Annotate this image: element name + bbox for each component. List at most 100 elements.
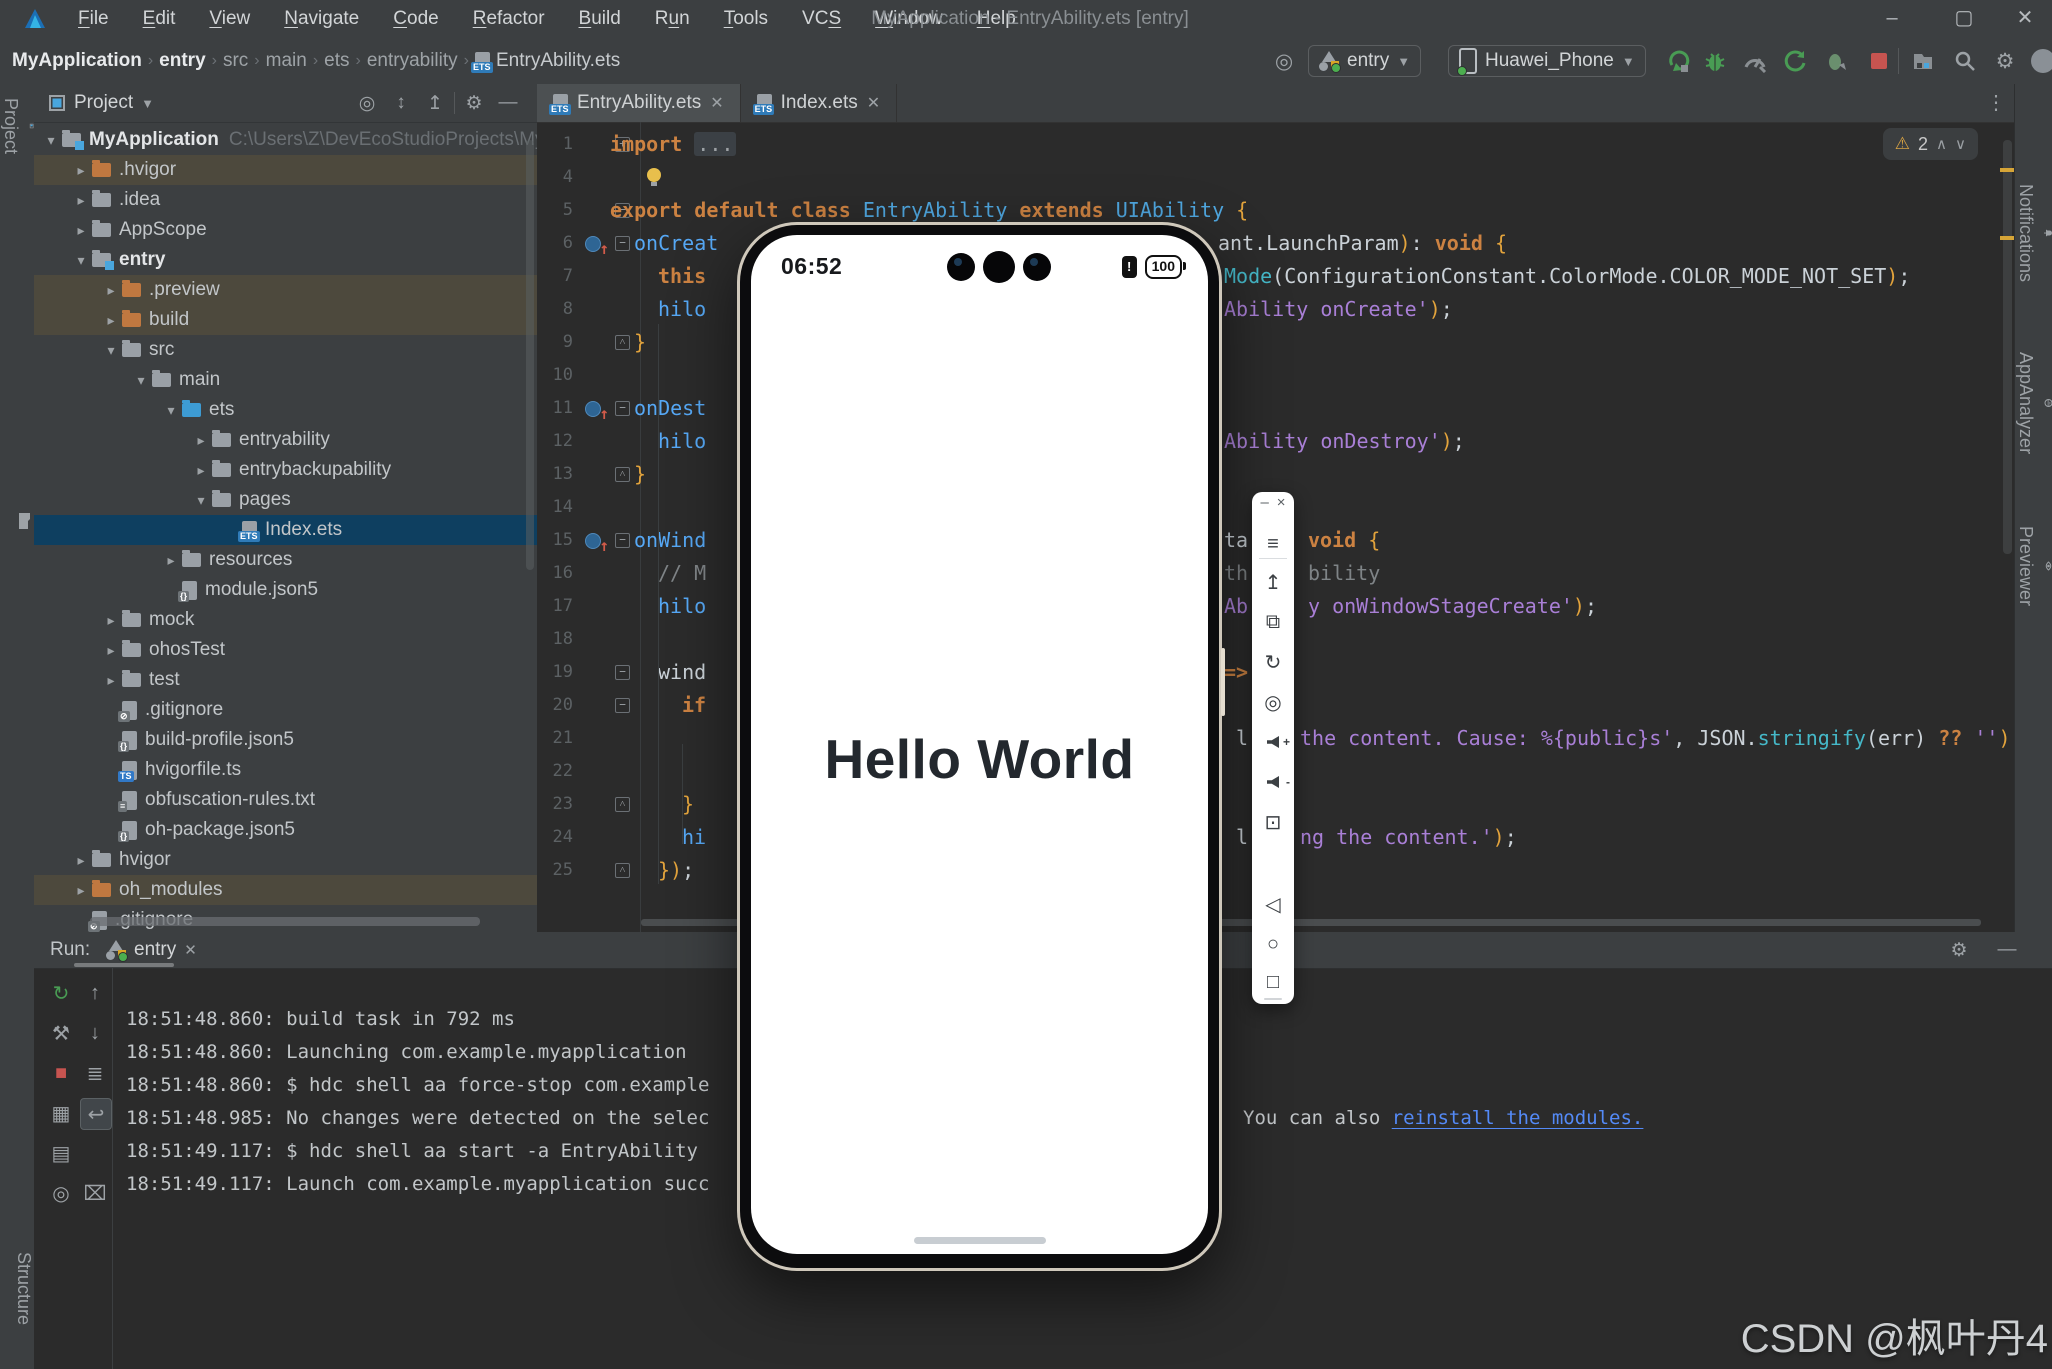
close-icon[interactable]: ✕ bbox=[710, 93, 723, 113]
home-indicator[interactable] bbox=[914, 1237, 1046, 1244]
close-icon[interactable]: ✕ bbox=[184, 941, 197, 959]
fold-close-icon[interactable]: ˄ bbox=[615, 797, 630, 812]
code-line-1[interactable]: 1+import ... bbox=[537, 128, 2014, 161]
locate-icon[interactable]: ◎ bbox=[352, 89, 382, 117]
chevron-down-icon[interactable]: ▾ bbox=[130, 372, 152, 389]
chevron-down-icon[interactable]: ▾ bbox=[100, 342, 122, 359]
menu-navigate[interactable]: Navigate bbox=[272, 4, 371, 34]
tree-row-resources[interactable]: ▸resources bbox=[34, 545, 537, 575]
chevron-down-icon[interactable]: ▾ bbox=[40, 132, 62, 149]
chevron-right-icon[interactable]: ▸ bbox=[190, 462, 212, 479]
menu-build[interactable]: Build bbox=[567, 4, 633, 34]
tab-entryability-ets[interactable]: ETSEntryAbility.ets✕ bbox=[537, 84, 741, 122]
profiler-button[interactable] bbox=[1738, 46, 1772, 76]
build-tool-button[interactable]: ⚒ bbox=[46, 1018, 76, 1048]
tree-row-build-profile.json5[interactable]: {}build-profile.json5 bbox=[34, 725, 537, 755]
collapse-all-icon[interactable]: ↥ bbox=[420, 89, 450, 117]
breadcrumb-item[interactable]: MyApplication bbox=[12, 50, 142, 72]
warning-stripe-mark[interactable] bbox=[2000, 168, 2014, 172]
intention-bulb-icon[interactable] bbox=[647, 168, 661, 182]
home-button[interactable]: ○ bbox=[1252, 930, 1294, 958]
emulator-menu-button[interactable]: ≡ bbox=[1252, 530, 1294, 558]
search-icon[interactable] bbox=[1948, 46, 1982, 76]
breadcrumb-item[interactable]: ets bbox=[324, 50, 349, 72]
tree-row-hvigorfile.ts[interactable]: TShvigorfile.ts bbox=[34, 755, 537, 785]
volume-up-button[interactable]: + bbox=[1252, 728, 1294, 756]
attach-config-icon[interactable]: ◎ bbox=[1267, 46, 1301, 76]
layout-button[interactable]: ▦ bbox=[46, 1098, 76, 1128]
locate-button[interactable]: ◎ bbox=[1252, 688, 1294, 716]
breadcrumb-item[interactable]: entry bbox=[159, 50, 205, 72]
maximize-button[interactable]: ▢ bbox=[1936, 0, 1992, 38]
breadcrumb-item[interactable]: entryability bbox=[367, 50, 458, 72]
chevron-right-icon[interactable]: ▸ bbox=[100, 672, 122, 689]
tree-row-MyApplication[interactable]: ▾MyApplicationC:\Users\Z\DevEcoStudioPro… bbox=[34, 125, 537, 155]
previewer-tab[interactable]: Previewer bbox=[2015, 526, 2052, 606]
tool-windows-icon[interactable] bbox=[1906, 46, 1940, 76]
tree-row-build[interactable]: ▸build bbox=[34, 305, 537, 335]
pin-button[interactable]: ◎ bbox=[46, 1178, 76, 1208]
project-view-selector[interactable]: Project ▼ bbox=[48, 92, 154, 114]
minimize-button[interactable]: – bbox=[1864, 0, 1920, 38]
recents-button[interactable]: □ bbox=[1252, 968, 1294, 996]
tree-row-.hvigor[interactable]: ▸.hvigor bbox=[34, 155, 537, 185]
tree-row-src[interactable]: ▾src bbox=[34, 335, 537, 365]
fold-open-icon[interactable]: − bbox=[615, 533, 630, 548]
close-icon[interactable]: ✕ bbox=[867, 93, 880, 113]
up-stack-button[interactable]: ↑ bbox=[80, 978, 110, 1008]
fold-open-icon[interactable]: − bbox=[615, 401, 630, 416]
tree-row-oh-package.json5[interactable]: {}oh-package.json5 bbox=[34, 815, 537, 845]
tree-row-pages[interactable]: ▾pages bbox=[34, 485, 537, 515]
tree-row-oh_modules[interactable]: ▸oh_modules bbox=[34, 875, 537, 905]
attach-debugger-button[interactable] bbox=[1820, 46, 1854, 76]
hide-panel-icon[interactable]: — bbox=[493, 89, 523, 117]
avatar-icon[interactable] bbox=[2026, 46, 2052, 76]
console-options-button[interactable]: ≣ bbox=[80, 1058, 110, 1088]
drag-handle[interactable] bbox=[1264, 998, 1282, 1000]
sidebar-tab-structure[interactable]: Structure bbox=[0, 1252, 34, 1325]
tree-row-entry[interactable]: ▾entry bbox=[34, 245, 537, 275]
fold-open-icon[interactable]: − bbox=[615, 236, 630, 251]
stop-button[interactable]: ■ bbox=[46, 1058, 76, 1088]
volume-down-button[interactable]: - bbox=[1252, 768, 1294, 796]
run-button[interactable] bbox=[1662, 46, 1696, 76]
menu-view[interactable]: View bbox=[197, 4, 262, 34]
chevron-down-icon[interactable]: ▾ bbox=[70, 252, 92, 269]
tab-index-ets[interactable]: ETSIndex.ets✕ bbox=[741, 84, 898, 122]
breadcrumb-item[interactable]: src bbox=[223, 50, 248, 72]
chevron-right-icon[interactable]: ▸ bbox=[190, 432, 212, 449]
more-options-icon[interactable]: ⋮ bbox=[1986, 90, 2006, 115]
tree-horizontal-scrollbar[interactable] bbox=[90, 917, 480, 926]
override-gutter-icon[interactable] bbox=[585, 532, 609, 548]
chevron-right-icon[interactable]: ▸ bbox=[100, 282, 122, 299]
notifications-tab[interactable]: Notifications bbox=[2015, 184, 2052, 282]
tree-row-Index.ets[interactable]: ETSIndex.ets bbox=[34, 515, 537, 545]
run-config-selector[interactable]: entry ▼ bbox=[1308, 45, 1421, 77]
device-selector[interactable]: Huawei_Phone ▼ bbox=[1448, 45, 1646, 77]
back-button[interactable]: ◁ bbox=[1252, 890, 1294, 918]
soft-wrap-button[interactable]: ↩ bbox=[80, 1098, 112, 1130]
hide-panel-icon[interactable]: — bbox=[1992, 936, 2022, 964]
settings-gear-icon[interactable]: ⚙ bbox=[459, 89, 489, 117]
menu-file[interactable]: File bbox=[66, 4, 121, 34]
menu-code[interactable]: Code bbox=[381, 4, 450, 34]
override-gutter-icon[interactable] bbox=[585, 235, 609, 251]
warning-stripe-mark[interactable] bbox=[2000, 236, 2014, 240]
breadcrumb-item[interactable]: main bbox=[266, 50, 307, 72]
sidebar-tab-commit[interactable] bbox=[0, 514, 34, 528]
appanalyzer-tab[interactable]: AppAnalyzer bbox=[2015, 352, 2052, 454]
tree-row-.idea[interactable]: ▸.idea bbox=[34, 185, 537, 215]
tree-row-.preview[interactable]: ▸.preview bbox=[34, 275, 537, 305]
chevron-right-icon[interactable]: ▸ bbox=[70, 192, 92, 209]
tree-vertical-scrollbar[interactable] bbox=[526, 140, 534, 570]
tree-row-module.json5[interactable]: {}module.json5 bbox=[34, 575, 537, 605]
close-button[interactable]: ✕ bbox=[2000, 0, 2050, 38]
fold-close-icon[interactable]: ˄ bbox=[615, 467, 630, 482]
chevron-right-icon[interactable]: ▸ bbox=[70, 852, 92, 869]
emulator-minimize-button[interactable]: – bbox=[1260, 494, 1268, 514]
tree-row-ets[interactable]: ▾ets bbox=[34, 395, 537, 425]
reinstall-modules-link[interactable]: reinstall the modules. bbox=[1392, 1107, 1644, 1129]
settings-gear-icon[interactable]: ⚙ bbox=[1944, 936, 1974, 964]
fold-open-icon[interactable]: − bbox=[615, 698, 630, 713]
override-gutter-icon[interactable] bbox=[585, 400, 609, 416]
